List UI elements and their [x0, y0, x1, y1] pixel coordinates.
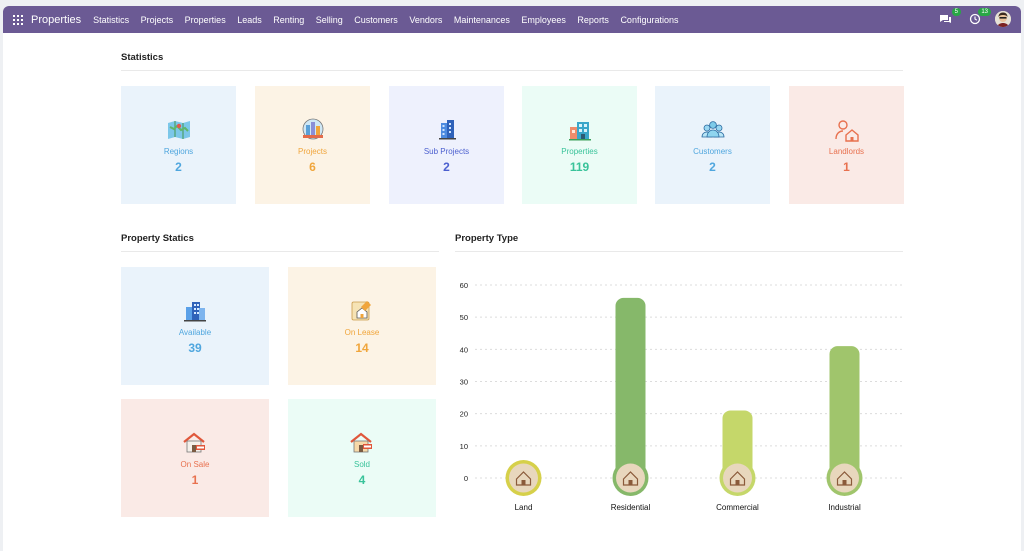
sale-house-icon	[183, 432, 205, 452]
status-card-value: 1	[191, 472, 199, 487]
status-card-label: On Sale	[180, 459, 210, 469]
menu-selling[interactable]: Selling	[316, 15, 343, 25]
bar-base-icon-bg	[723, 463, 752, 493]
category-icon-door	[521, 480, 526, 485]
bar-base-icon-bg	[616, 463, 645, 493]
bar-base-icon-bg	[830, 463, 859, 493]
stat-card-label: Regions	[163, 146, 194, 156]
bar	[615, 297, 646, 478]
users-icon	[701, 120, 724, 137]
stat-card-properties[interactable]: Properties 119	[522, 86, 637, 204]
menu-maintenances[interactable]: Maintenances	[454, 15, 510, 25]
property-statics-title: Property Statics	[121, 233, 194, 244]
property-type-title: Property Type	[455, 233, 519, 244]
category-icon-door	[842, 480, 847, 485]
stat-card-value: 2	[175, 159, 182, 174]
stat-card-landlords[interactable]: Landlords 1	[789, 86, 904, 204]
category-icon-door	[735, 480, 740, 485]
sold-house-icon	[350, 432, 372, 452]
map-icon	[167, 120, 190, 139]
stat-card-customers[interactable]: Customers 2	[655, 86, 770, 204]
status-card-sold[interactable]: Sold 4	[288, 399, 436, 517]
activity-clock-icon[interactable]: 13	[965, 8, 991, 28]
property-type-divider	[455, 251, 903, 252]
stat-card-value: 2	[443, 159, 450, 174]
stat-card-value: 6	[309, 159, 316, 174]
status-card-value: 14	[355, 340, 369, 355]
y-tick-label: 30	[460, 378, 468, 387]
stat-card-label: Landlords	[828, 146, 865, 156]
menu-renting[interactable]: Renting	[273, 15, 304, 25]
status-card-on-lease[interactable]: On Lease 14	[288, 267, 436, 385]
user-avatar[interactable]	[995, 11, 1011, 27]
status-card-value: 39	[188, 340, 202, 355]
y-tick-label: 20	[460, 410, 468, 419]
bar-base-icon-bg	[509, 463, 538, 493]
status-card-label: On Lease	[344, 327, 380, 337]
stat-card-projects[interactable]: Projects 6	[255, 86, 370, 204]
stat-card-regions[interactable]: Regions 2	[121, 86, 236, 204]
status-card-label: Available	[178, 327, 212, 337]
activities-count-badge: 13	[978, 8, 991, 16]
y-tick-label: 10	[460, 442, 468, 451]
stat-card-value: 2	[709, 159, 716, 174]
stat-card-sub-projects[interactable]: Sub Projects 2	[389, 86, 504, 204]
messages-count-badge: 5	[951, 8, 961, 16]
menu-configurations[interactable]: Configurations	[620, 15, 678, 25]
property-statics-divider	[121, 251, 439, 252]
menu-vendors[interactable]: Vendors	[409, 15, 442, 25]
menu-customers[interactable]: Customers	[354, 15, 398, 25]
category-icon-door	[628, 480, 633, 485]
y-tick-label: 0	[464, 474, 468, 483]
apps-grid-icon[interactable]	[13, 14, 23, 25]
building-icon	[438, 119, 456, 139]
status-card-available[interactable]: Available 39	[121, 267, 269, 385]
buildings-icon	[184, 301, 206, 321]
top-navbar: Properties Statistics Projects Propertie…	[3, 6, 1021, 33]
menu-leads[interactable]: Leads	[237, 15, 262, 25]
statistics-title: Statistics	[121, 52, 164, 63]
x-category-label: Commercial	[716, 503, 759, 512]
menu-employees[interactable]: Employees	[521, 15, 566, 25]
status-card-label: Sold	[353, 459, 370, 469]
globe-building-icon	[302, 118, 323, 139]
menu-reports[interactable]: Reports	[577, 15, 609, 25]
bar	[829, 346, 860, 478]
landlord-icon	[834, 119, 859, 142]
x-category-label: Residential	[611, 503, 651, 512]
status-card-on-sale[interactable]: On Sale 1	[121, 399, 269, 517]
menu-projects[interactable]: Projects	[141, 15, 174, 25]
x-category-label: Industrial	[828, 503, 861, 512]
y-tick-label: 40	[460, 345, 468, 354]
stat-card-label: Properties	[561, 146, 598, 156]
lease-house-icon	[351, 300, 371, 320]
y-tick-label: 60	[460, 281, 468, 290]
houses-icon	[568, 121, 591, 140]
stat-card-label: Sub Projects	[423, 146, 470, 156]
stat-card-label: Projects	[298, 146, 327, 156]
status-card-value: 4	[358, 472, 366, 487]
y-tick-label: 50	[460, 313, 468, 322]
stat-card-label: Customers	[693, 146, 732, 156]
stat-card-value: 1	[843, 159, 850, 174]
chat-icon[interactable]: 5	[935, 8, 961, 28]
menu-statistics[interactable]: Statistics	[93, 15, 129, 25]
menu-properties[interactable]: Properties	[185, 15, 226, 25]
x-category-label: Land	[515, 503, 533, 512]
app-brand[interactable]: Properties	[31, 14, 81, 26]
property-type-chart: 0 10 20 30 40 50 60 Land Residential Commercial In…	[460, 281, 903, 512]
app-window: Properties Statistics Projects Propertie…	[3, 6, 1021, 551]
stat-card-value: 119	[569, 159, 590, 174]
statistics-divider	[121, 70, 903, 71]
